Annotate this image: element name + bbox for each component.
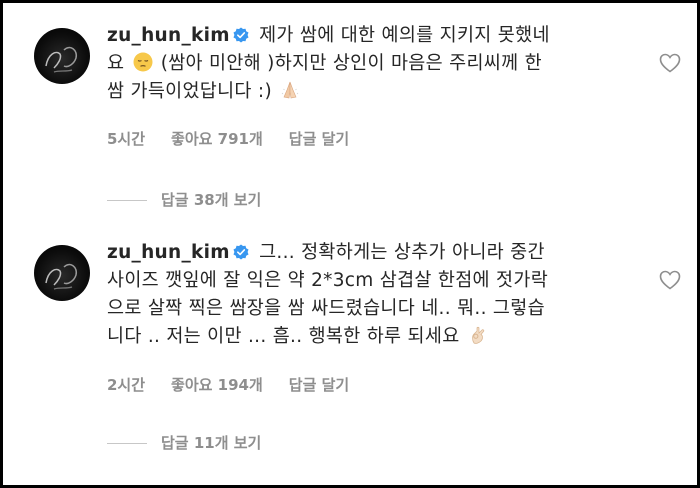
folded-hands-icon [281, 81, 299, 99]
view-replies-label: 답글 38개 보기 [161, 191, 262, 209]
verified-badge-icon [233, 27, 249, 43]
comment-text: 제가 쌈에 대한 예의를 지키지 못했네 [259, 25, 550, 46]
heart-icon[interactable] [659, 53, 681, 73]
view-replies-label: 답글 11개 보기 [161, 434, 262, 452]
divider-line [107, 443, 147, 444]
comments-panel: zu_hun_kim 제가 쌈에 대한 예의를 지키지 못했네 요 (쌈아 미안… [3, 3, 697, 485]
pensive-face-icon [133, 52, 153, 72]
view-replies-button[interactable]: 답글 38개 보기 [107, 189, 261, 210]
comment-time: 2시간 [107, 376, 146, 394]
reply-button[interactable]: 답글 달기 [289, 128, 349, 149]
reply-button[interactable]: 답글 달기 [289, 374, 349, 395]
comment-time: 5시간 [107, 130, 146, 148]
comment-body: zu_hun_kim 그... 정확하게는 상추가 아니라 중간 사이즈 깻잎에… [107, 239, 627, 351]
comment-meta: 2시간 좋아요 194개 답글 달기 [107, 374, 375, 395]
avatar[interactable] [34, 245, 90, 301]
verified-badge-icon [233, 244, 249, 260]
comment-text: (쌈아 미안해 )하지만 상인이 마음은 주리씨께 한 [160, 53, 542, 74]
comment-meta: 5시간 좋아요 791개 답글 달기 [107, 128, 375, 149]
like-count[interactable]: 좋아요 791개 [171, 128, 263, 149]
comment-body: zu_hun_kim 제가 쌈에 대한 예의를 지키지 못했네 요 (쌈아 미안… [107, 22, 627, 106]
ok-hand-icon [471, 326, 484, 344]
comment-text: 으로 살짝 찍은 쌈장을 쌈 싸드렸습니다 네.. 뭐.. 그렇습 [107, 298, 545, 319]
comment-text: 그... 정확하게는 상추가 아니라 중간 [259, 242, 545, 263]
comment-text: 사이즈 깻잎에 잘 익은 약 2*3cm 삼겹살 한점에 젓가락 [107, 270, 549, 291]
comment-text: 요 [107, 53, 125, 74]
username[interactable]: zu_hun_kim [107, 242, 230, 263]
avatar[interactable] [34, 28, 90, 84]
heart-icon[interactable] [659, 270, 681, 290]
like-count[interactable]: 좋아요 194개 [171, 374, 263, 395]
divider-line [107, 200, 147, 201]
view-replies-button[interactable]: 답글 11개 보기 [107, 432, 261, 453]
username[interactable]: zu_hun_kim [107, 25, 230, 46]
comment-text: 쌈 가득이었답니다 :) [107, 81, 272, 102]
comment-text: 니다 .. 저는 이만 ... 흠.. 행복한 하루 되세요 [107, 326, 460, 347]
